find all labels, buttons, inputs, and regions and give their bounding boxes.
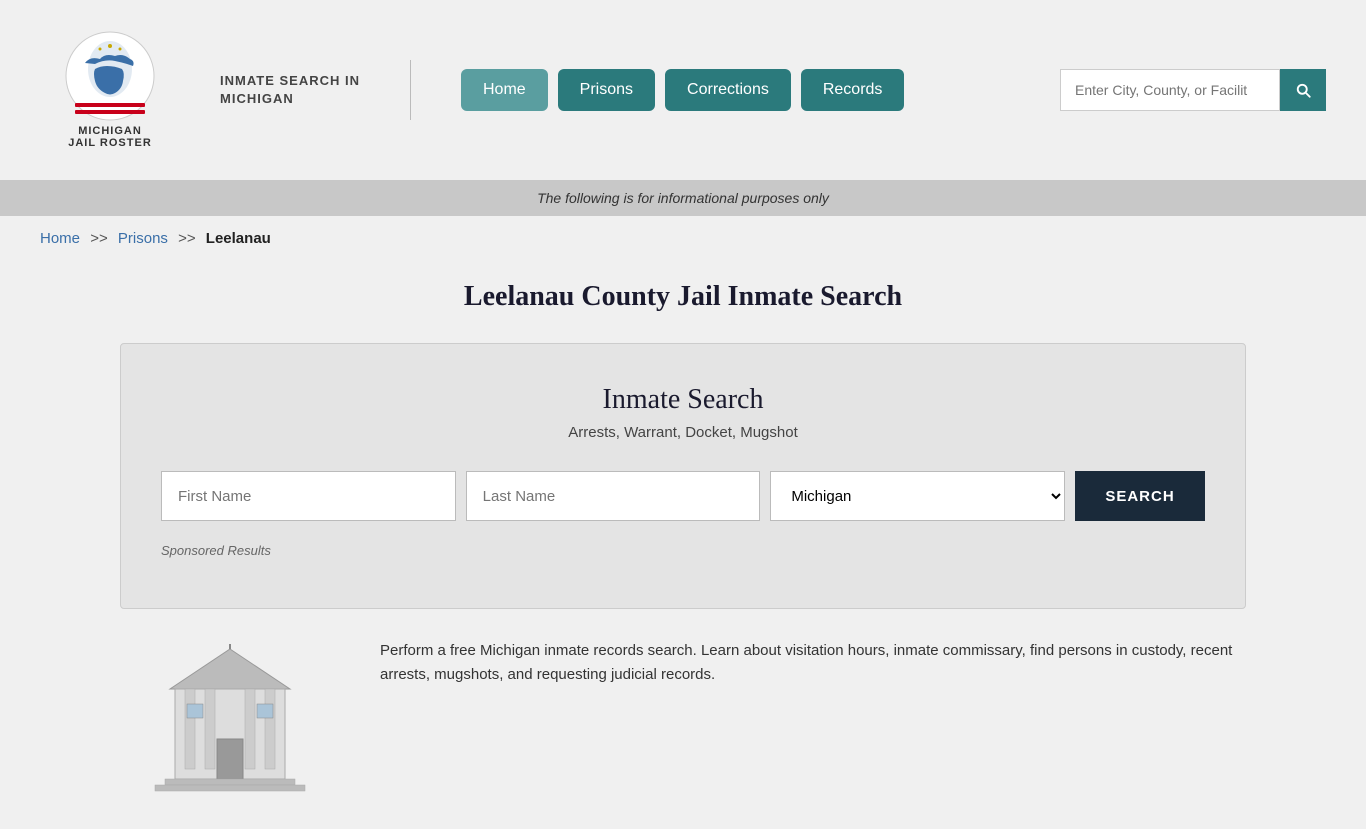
page-title: Leelanau County Jail Inmate Search (40, 281, 1326, 313)
nav-corrections-button[interactable]: Corrections (665, 69, 791, 111)
breadcrumb-sep-2: >> (178, 230, 196, 247)
site-header: MICHIGAN JAIL ROSTER INMATE SEARCH IN MI… (0, 0, 1366, 180)
logo-text: MICHIGAN JAIL ROSTER (68, 125, 152, 149)
search-form-button[interactable]: SEARCH (1075, 471, 1205, 521)
site-logo (65, 31, 155, 121)
header-search-button[interactable] (1280, 69, 1326, 111)
search-card-subtitle: Arrests, Warrant, Docket, Mugshot (161, 424, 1205, 441)
breadcrumb-home[interactable]: Home (40, 230, 80, 247)
header-divider (410, 60, 411, 120)
nav-records-button[interactable]: Records (801, 69, 905, 111)
building-icon-area (120, 639, 340, 799)
page-title-area: Leelanau County Jail Inmate Search (0, 261, 1366, 343)
search-form-row: Michigan SEARCH (161, 471, 1205, 521)
first-name-input[interactable] (161, 471, 456, 521)
breadcrumb-sep-1: >> (90, 230, 108, 247)
breadcrumb-prisons[interactable]: Prisons (118, 230, 168, 247)
nav-prisons-button[interactable]: Prisons (558, 69, 655, 111)
state-select[interactable]: Michigan (770, 471, 1065, 521)
info-bar: The following is for informational purpo… (0, 180, 1366, 216)
search-card-title: Inmate Search (161, 384, 1205, 416)
bottom-section: Perform a free Michigan inmate records s… (0, 609, 1366, 829)
nav-home-button[interactable]: Home (461, 69, 548, 111)
search-icon (1294, 81, 1312, 99)
breadcrumb: Home >> Prisons >> Leelanau (0, 216, 1366, 261)
info-bar-text: The following is for informational purpo… (537, 190, 829, 206)
sponsored-label: Sponsored Results (161, 543, 1205, 558)
inmate-search-card: Inmate Search Arrests, Warrant, Docket, … (120, 343, 1246, 609)
last-name-input[interactable] (466, 471, 761, 521)
header-search-area (1060, 69, 1326, 111)
logo-area: MICHIGAN JAIL ROSTER (40, 31, 180, 149)
site-title: INMATE SEARCH IN MICHIGAN (220, 72, 360, 108)
building-icon (130, 639, 330, 799)
header-search-input[interactable] (1060, 69, 1280, 111)
breadcrumb-current: Leelanau (206, 230, 271, 247)
nav-area: Home Prisons Corrections Records (461, 69, 1030, 111)
bottom-description: Perform a free Michigan inmate records s… (380, 639, 1246, 687)
